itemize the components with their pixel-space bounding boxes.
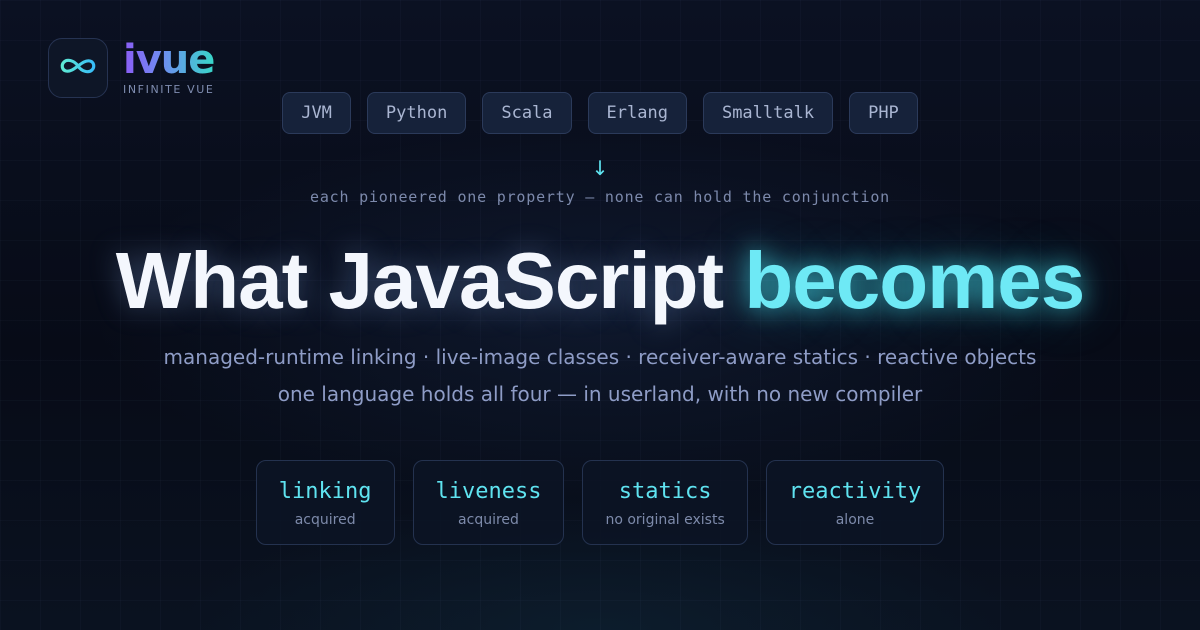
- card-title: statics: [618, 478, 712, 504]
- subtitle-claim: one language holds all four — in userlan…: [277, 382, 923, 406]
- brand-logo: ivue INFINITE VUE: [48, 37, 215, 98]
- pill-scala: Scala: [482, 92, 572, 134]
- card-title: linking: [278, 478, 372, 504]
- arrow-down-icon: ↓: [591, 156, 609, 180]
- card-liveness: liveness acquired: [412, 460, 565, 545]
- infinity-icon: [59, 56, 97, 80]
- headline-main: What JavaScript: [115, 236, 724, 325]
- brand-name: ivue: [123, 37, 215, 83]
- card-title: liveness: [435, 478, 542, 504]
- pill-python: Python: [366, 92, 467, 134]
- pill-erlang: Erlang: [587, 92, 687, 134]
- headline: What JavaScript becomes: [0, 238, 1200, 324]
- subtitle-features: managed-runtime linking · live-image cla…: [163, 345, 1037, 369]
- logo-text: ivue INFINITE VUE: [123, 37, 215, 96]
- pill-php: PHP: [849, 92, 918, 134]
- card-linking: linking acquired: [255, 460, 395, 545]
- logo-tile: [48, 38, 108, 98]
- headline-accent: becomes: [744, 236, 1085, 325]
- card-status: acquired: [294, 511, 356, 528]
- card-status: alone: [835, 511, 875, 528]
- pill-jvm: JVM: [282, 92, 351, 134]
- pill-smalltalk: Smalltalk: [702, 92, 834, 134]
- card-status: no original exists: [605, 511, 725, 528]
- card-reactivity: reactivity alone: [765, 460, 945, 545]
- property-cards: linking acquired liveness acquired stati…: [0, 460, 1200, 545]
- card-statics: statics no original exists: [582, 460, 748, 545]
- language-pills: JVM Python Scala Erlang Smalltalk PHP: [0, 92, 1200, 134]
- card-title: reactivity: [788, 478, 922, 504]
- languages-caption: each pioneered one property — none can h…: [309, 188, 890, 206]
- card-status: acquired: [458, 511, 519, 528]
